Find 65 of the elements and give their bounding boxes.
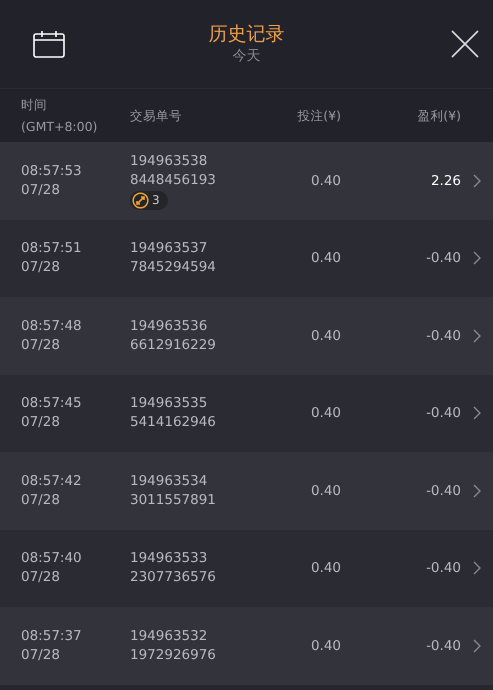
history-row[interactable]: 08:57:51 07/28 194963537 7845294594 0.40 -0.40 <box>0 220 493 297</box>
bet-time: 08:57:45 <box>21 394 83 414</box>
bet-date: 07/28 <box>21 180 61 200</box>
bet-date: 07/28 <box>21 490 61 510</box>
round-number: 194963535 <box>130 394 208 414</box>
round-number: 194963537 <box>130 239 208 258</box>
transaction-number: 5414162946 <box>130 413 217 432</box>
bet-time: 08:57:42 <box>21 472 83 491</box>
profit-amount: 2.26 <box>430 172 461 189</box>
column-header-timezone: (GMT+8:00) <box>21 118 98 136</box>
bet-date: 07/28 <box>21 336 61 355</box>
chevron-right-icon <box>473 174 481 188</box>
bet-date: 07/28 <box>21 258 61 278</box>
bet-time: 08:57:51 <box>21 239 83 258</box>
profit-amount: -0.40 <box>425 405 461 422</box>
column-header: 投注(¥) <box>296 106 341 124</box>
chevron-right-icon <box>473 561 481 576</box>
stake-amount: 0.40 <box>310 250 341 266</box>
stake-amount: 0.40 <box>310 405 341 422</box>
bet-time: 08:57:53 <box>21 162 83 181</box>
transaction-number: 6612916229 <box>130 336 217 355</box>
stake-amount: 0.40 <box>310 638 341 654</box>
profit-amount: -0.40 <box>425 638 461 654</box>
bet-time: 08:57:37 <box>21 626 83 646</box>
stake-amount: 0.40 <box>310 482 341 499</box>
history-row[interactable]: 08:57:48 07/28 194963536 6612916229 0.40 -0.40 <box>0 297 493 374</box>
history-row[interactable]: 08:57:45 07/28 194963535 5414162946 0.40 -0.40 <box>0 374 493 452</box>
bet-date: 07/28 <box>21 646 61 665</box>
bet-time: 08:57:40 <box>21 549 83 568</box>
profit-amount: -0.40 <box>425 328 461 344</box>
bonus-count: 3 <box>152 193 160 208</box>
stake-amount: 0.40 <box>310 172 341 189</box>
history-row[interactable]: 08:57:42 07/28 194963534 3011557891 0.40 -0.40 <box>0 452 493 530</box>
round-number: 194963534 <box>130 472 208 491</box>
round-number: 194963532 <box>130 626 208 646</box>
round-number: 194963533 <box>130 549 208 568</box>
stake-amount: 0.40 <box>310 328 341 344</box>
page-title: 历史记录 <box>208 22 284 46</box>
transaction-number: 3011557891 <box>130 490 217 510</box>
transaction-number: 8448456193 <box>130 170 217 190</box>
profit-amount: -0.40 <box>425 560 461 576</box>
round-number: 194963538 <box>130 152 208 171</box>
arrows-icon <box>132 192 149 209</box>
transaction-number: 2307736576 <box>130 568 217 588</box>
column-header: 盈利(¥) <box>416 106 461 124</box>
bet-date: 07/28 <box>21 413 61 432</box>
profit-amount: -0.40 <box>425 250 461 266</box>
transaction-number: 1972926976 <box>130 646 217 665</box>
chevron-right-icon <box>473 251 481 266</box>
transaction-number: 7845294594 <box>130 258 217 278</box>
column-header: 时间 <box>21 96 48 114</box>
date-filter-label: 今天 <box>232 47 260 66</box>
profit-amount: -0.40 <box>425 482 461 499</box>
history-row[interactable]: 08:57:40 07/28 194963533 2307736576 0.40 -0.40 <box>0 530 493 607</box>
bet-date: 07/28 <box>21 568 61 588</box>
column-header: 交易单号 <box>130 106 183 124</box>
chevron-right-icon <box>473 484 481 498</box>
history-row[interactable]: 08:57:53 07/28 194963538 8448456193 3 0.40 2.26 <box>0 142 493 220</box>
chevron-right-icon <box>473 638 481 653</box>
chevron-right-icon <box>473 406 481 420</box>
chevron-right-icon <box>473 328 481 343</box>
round-number: 194963536 <box>130 316 208 336</box>
history-row[interactable]: 08:57:37 07/28 194963532 1972926976 0.40 -0.40 <box>0 607 493 684</box>
bet-time: 08:57:48 <box>21 316 83 336</box>
stake-amount: 0.40 <box>310 560 341 576</box>
